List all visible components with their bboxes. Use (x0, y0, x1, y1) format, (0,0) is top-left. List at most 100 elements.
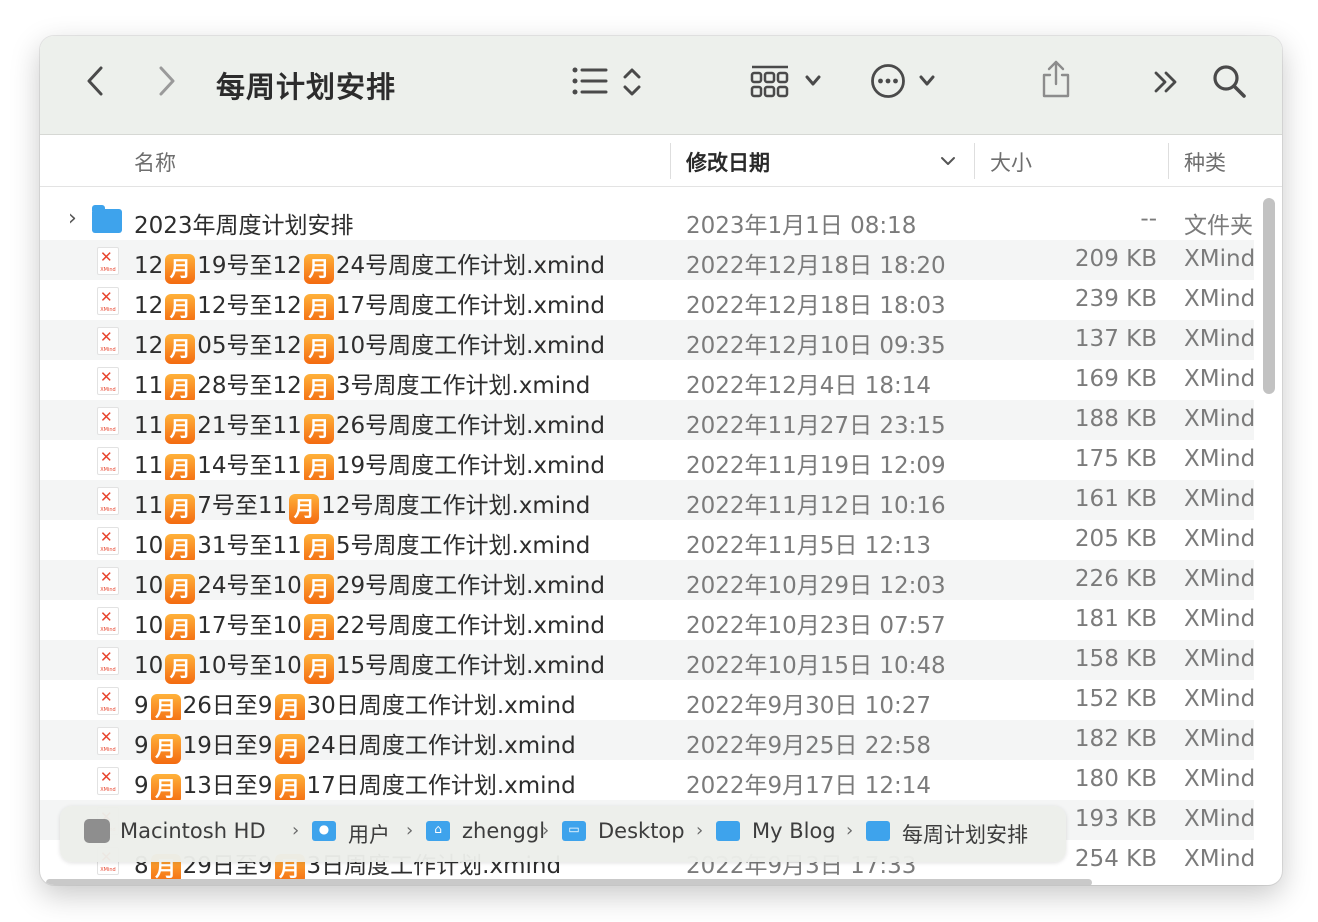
file-kind: XMind (1184, 806, 1254, 832)
file-date: 2022年9月30日 10:27 (686, 693, 932, 719)
file-date: 2022年11月19日 12:09 (686, 453, 946, 479)
table-row[interactable]: ✕ XMind 11 月 7号至11 月 12号周度工作计划.xmind 2022年11月12… (40, 480, 1254, 524)
file-name-part: 17日周度工作计划.xmind (306, 773, 576, 799)
search-icon[interactable] (1212, 64, 1248, 100)
table-row[interactable]: ✕ XMind 11 月 21号至11 月 26号周度工作计划.xmind 2022年11月2… (40, 400, 1254, 444)
file-name-part: 12号周度工作计划.xmind (321, 493, 591, 519)
file-date: 2022年12月4日 18:14 (686, 373, 932, 399)
file-size: 239 KB (1074, 286, 1157, 312)
file-name-part: 7号至11 (197, 493, 288, 519)
file-date: 2022年9月17日 12:14 (686, 773, 932, 799)
file-name-part: 05号至12 (197, 333, 302, 359)
breadcrumb-item[interactable]: 用户 (348, 819, 390, 849)
file-name-part: 17号至10 (197, 613, 302, 639)
folder-icon (92, 205, 122, 233)
column-kind[interactable]: 种类 (1184, 147, 1226, 177)
breadcrumb-separator-icon: › (696, 820, 704, 841)
file-name-part: 10号至10 (197, 653, 302, 679)
file-name-part: 9 (134, 773, 149, 799)
file-date: 2023年1月1日 08:18 (686, 213, 917, 239)
xmind-file-icon: ✕XMind (97, 287, 119, 315)
breadcrumb-separator-icon: › (846, 820, 854, 841)
file-name: 10 月 17号至10 月 22号周度工作计划.xmind (134, 606, 694, 644)
table-row[interactable]: ✕ XMind 11 月 14号至11 月 19号周度工作计划.xmind 2022年11月1… (40, 440, 1254, 484)
file-name: 10 月 10号至10 月 15号周度工作计划.xmind (134, 646, 694, 684)
table-row[interactable]: ✕ XMind 10 月 17号至10 月 22号周度工作计划.xmind 2022年10月2… (40, 600, 1254, 644)
file-date: 2022年11月5日 12:13 (686, 533, 932, 559)
chevron-left-icon[interactable] (84, 64, 106, 98)
file-kind: 文件夹 (1184, 213, 1253, 239)
column-divider[interactable] (670, 143, 671, 179)
file-size: 175 KB (1074, 446, 1157, 472)
file-name-part: 10 (134, 573, 164, 599)
file-kind: XMind (1184, 606, 1254, 632)
folder-row[interactable]: › 2023年周度计划安排 2023年1月1日 08:18 -- 文件夹 (40, 200, 1254, 240)
column-size[interactable]: 大小 (990, 147, 1032, 177)
sort-updown-icon[interactable] (622, 66, 642, 98)
table-row[interactable]: ✕ XMind 9 月 26日至9 月 30日周度工作计划.xmind 2022年9月30日 … (40, 680, 1254, 724)
file-kind: XMind (1184, 326, 1254, 352)
file-name-part: 28号至12 (197, 373, 302, 399)
file-size: 226 KB (1074, 566, 1157, 592)
ellipsis-circle-icon[interactable] (870, 63, 906, 99)
column-divider[interactable] (1168, 143, 1169, 179)
xmind-file-icon: ✕XMind (97, 727, 119, 755)
table-row[interactable]: ✕ XMind 10 月 24号至10 月 29号周度工作计划.xmind 2022年10月2… (40, 560, 1254, 604)
chevron-down-icon[interactable] (918, 74, 936, 88)
file-name-part: 15号周度工作计划.xmind (335, 653, 605, 679)
share-icon[interactable] (1040, 58, 1072, 100)
table-row[interactable]: ✕ XMind 10 月 31号至11 月 5号周度工作计划.xmind 2022年11月5日… (40, 520, 1254, 564)
file-kind: XMind (1184, 726, 1254, 752)
column-date[interactable]: 修改日期 (686, 147, 770, 177)
file-kind: XMind (1184, 286, 1254, 312)
breadcrumb-item[interactable]: zhenggl (462, 819, 545, 843)
table-row[interactable]: ✕ XMind 11 月 28号至12 月 3号周度工作计划.xmind 2022年12月4日… (40, 360, 1254, 404)
file-name-part: 10 (134, 613, 164, 639)
file-date: 2022年11月27日 23:15 (686, 413, 946, 439)
table-row[interactable]: ✕ XMind 9 月 13日至9 月 17日周度工作计划.xmind 2022年9月17日 … (40, 760, 1254, 804)
file-date: 2022年12月10日 09:35 (686, 333, 946, 359)
file-name-part: 5号周度工作计划.xmind (335, 533, 591, 559)
file-name: 11 月 28号至12 月 3号周度工作计划.xmind (134, 366, 694, 404)
list-view-icon[interactable] (572, 66, 608, 96)
sort-chevron-down-icon[interactable] (940, 155, 956, 167)
breadcrumb-item[interactable]: Desktop (598, 819, 685, 843)
table-row[interactable]: ✕ XMind 10 月 10号至10 月 15号周度工作计划.xmind 2022年10月1… (40, 640, 1254, 684)
xmind-file-icon: ✕XMind (97, 247, 119, 275)
disclosure-chevron-icon[interactable]: › (68, 206, 77, 231)
file-size: 182 KB (1074, 726, 1157, 752)
xmind-file-icon: ✕XMind (97, 647, 119, 675)
chevron-right-icon[interactable] (156, 64, 178, 98)
file-kind: XMind (1184, 846, 1254, 872)
file-name-part: 19号至12 (197, 253, 302, 279)
group-grid-icon[interactable] (750, 64, 790, 100)
file-size: 152 KB (1074, 686, 1157, 712)
table-row[interactable]: ✕ XMind 9 月 19日至9 月 24日周度工作计划.xmind 2022年9月25日 … (40, 720, 1254, 764)
table-row[interactable]: ✕ XMind 12 月 05号至12 月 10号周度工作计划.xmind 2022年12月1… (40, 320, 1254, 364)
table-row[interactable]: ✕ XMind 12 月 12号至12 月 17号周度工作计划.xmind 2022年12月1… (40, 280, 1254, 324)
breadcrumb-item[interactable]: 每周计划安排 (902, 819, 1028, 849)
window-title: 每周计划安排 (216, 70, 397, 104)
breadcrumb-item[interactable]: Macintosh HD (120, 819, 266, 843)
xmind-file-icon: ✕XMind (97, 367, 119, 395)
double-chevron-icon[interactable] (1152, 68, 1180, 96)
users-folder-icon: ● (312, 821, 336, 841)
file-kind: XMind (1184, 766, 1254, 792)
file-name: 11 月 7号至11 月 12号周度工作计划.xmind (134, 486, 694, 524)
file-kind: XMind (1184, 526, 1254, 552)
home-folder-icon: ⌂ (426, 821, 450, 841)
file-date: 2022年12月18日 18:20 (686, 253, 946, 279)
column-name[interactable]: 名称 (134, 147, 176, 177)
column-divider[interactable] (974, 143, 975, 179)
vertical-scrollbar[interactable] (1263, 198, 1275, 394)
horizontal-scrollbar[interactable] (46, 879, 1092, 885)
table-row[interactable]: ✕ XMind 12 月 19号至12 月 24号周度工作计划.xmind 2022年12月1… (40, 240, 1254, 284)
file-size: 161 KB (1074, 486, 1157, 512)
breadcrumb-item[interactable]: My Blog (752, 819, 836, 843)
folder-icon (866, 821, 890, 841)
file-date: 2022年10月23日 07:57 (686, 613, 946, 639)
file-name: 11 月 21号至11 月 26号周度工作计划.xmind (134, 406, 694, 444)
file-name-part: 11 (134, 413, 164, 439)
chevron-down-icon[interactable] (804, 74, 822, 88)
disk-icon (84, 819, 110, 843)
